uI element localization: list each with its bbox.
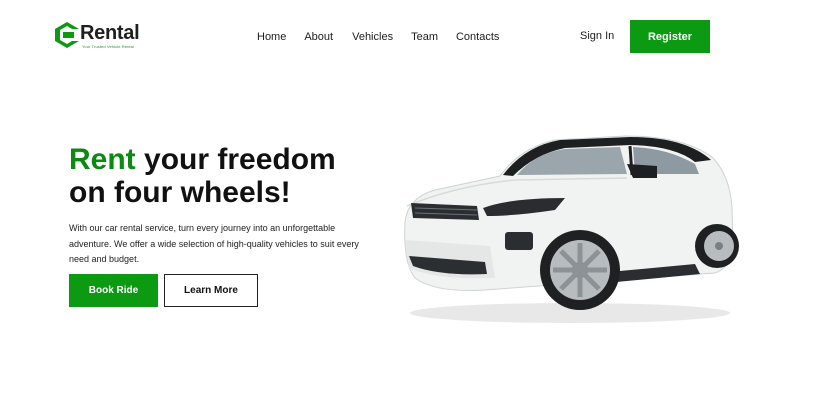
nav-home[interactable]: Home bbox=[257, 31, 286, 43]
brand-tagline: Your Trusted Vehicle Rental bbox=[82, 44, 134, 49]
logo-mark-icon bbox=[55, 22, 79, 48]
site-header: Rental Your Trusted Vehicle Rental Home … bbox=[0, 0, 820, 72]
hero-title: Rent your freedom on four wheels! bbox=[69, 143, 389, 209]
register-button[interactable]: Register bbox=[630, 20, 710, 53]
learn-more-button[interactable]: Learn More bbox=[164, 274, 258, 307]
nav-team[interactable]: Team bbox=[411, 31, 438, 43]
car-image bbox=[404, 135, 739, 323]
hero-title-accent: Rent bbox=[69, 143, 136, 176]
hero-description: With our car rental service, turn every … bbox=[69, 223, 359, 264]
main-nav: Home About Vehicles Team Contacts bbox=[257, 31, 499, 43]
hero-title-line1: your freedom bbox=[135, 143, 336, 176]
brand-logo[interactable]: Rental Your Trusted Vehicle Rental bbox=[54, 20, 154, 54]
nav-vehicles[interactable]: Vehicles bbox=[352, 31, 393, 43]
nav-contacts[interactable]: Contacts bbox=[456, 31, 499, 43]
sign-in-link[interactable]: Sign In bbox=[580, 30, 614, 42]
book-ride-button[interactable]: Book Ride bbox=[69, 274, 158, 307]
nav-about[interactable]: About bbox=[304, 31, 333, 43]
hero-title-line2: on four wheels! bbox=[69, 176, 291, 209]
brand-name: Rental bbox=[80, 22, 140, 44]
